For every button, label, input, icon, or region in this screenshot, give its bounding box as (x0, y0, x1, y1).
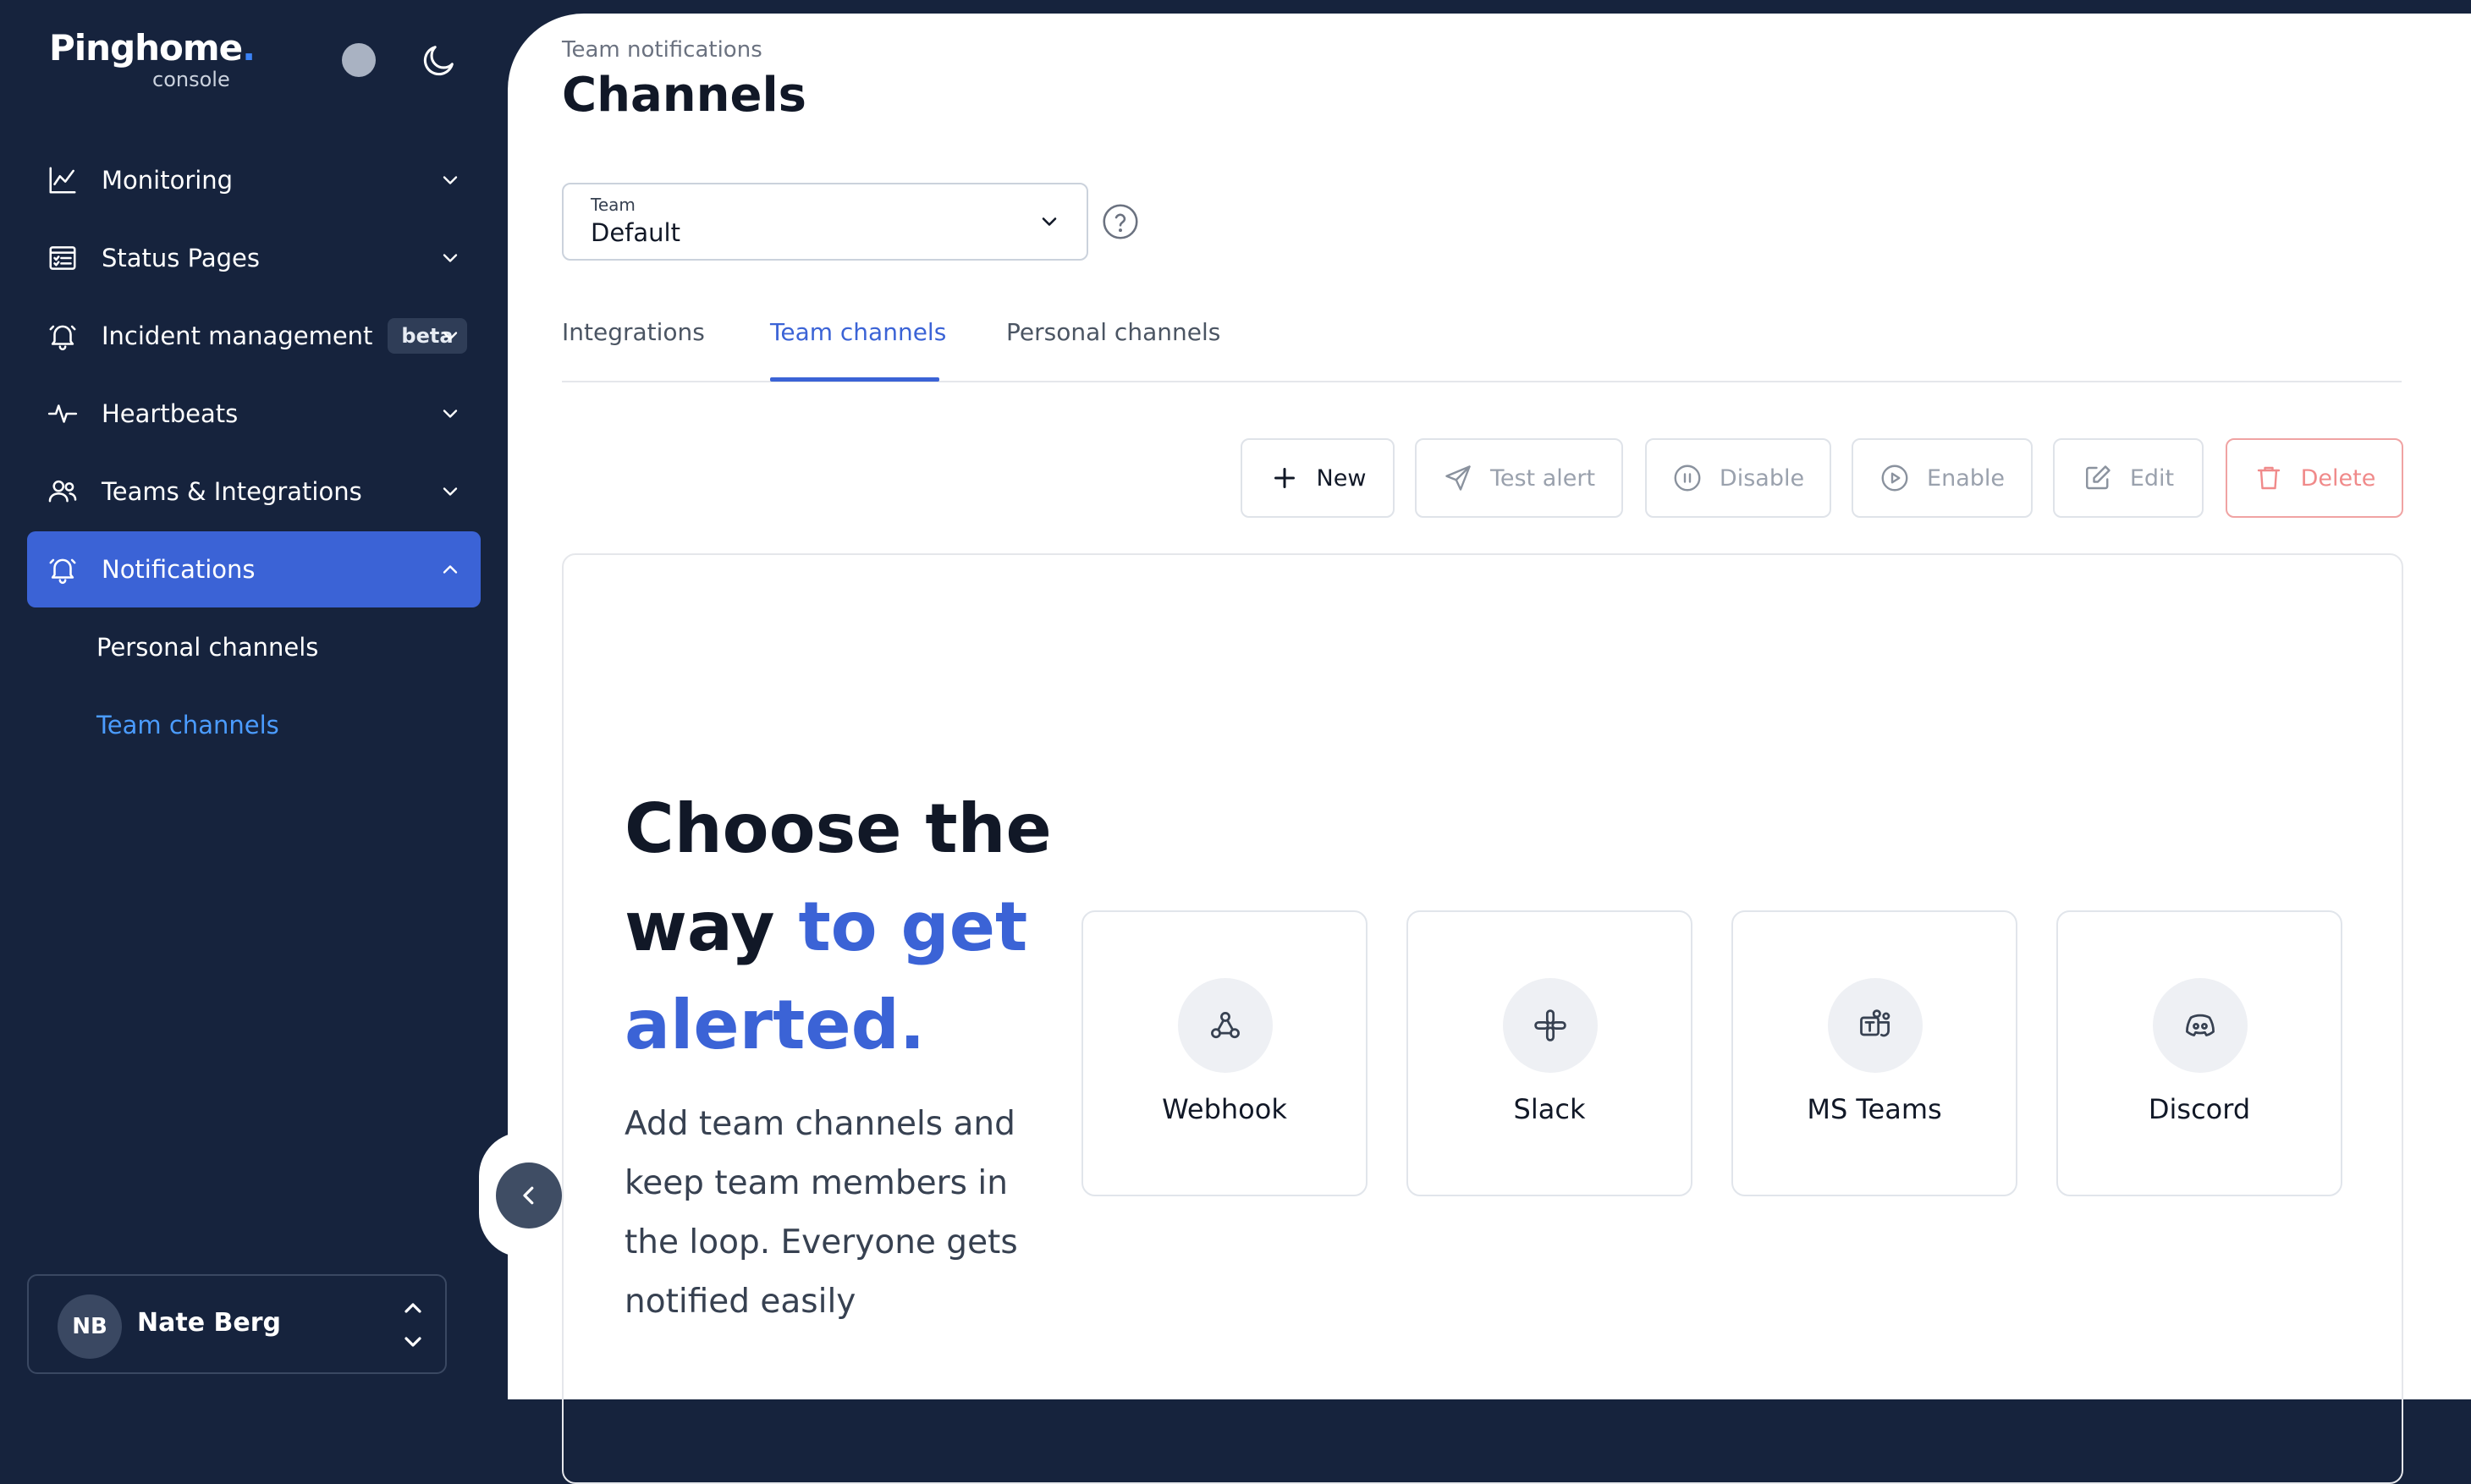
test-alert-button[interactable]: Test alert (1415, 438, 1623, 518)
hero-description: Add team channels and keep team members … (625, 1105, 1018, 1321)
enable-button[interactable]: Enable (1852, 438, 2033, 518)
sidebar-item-label: Status Pages (102, 244, 260, 272)
brand-name: Pinghome (49, 27, 243, 69)
sidebar-item-teams-integrations[interactable]: Teams & Integrations (27, 453, 481, 530)
option-slack[interactable]: Slack (1406, 910, 1692, 1196)
collapse-sidebar-button[interactable] (496, 1162, 562, 1228)
chevron-down-icon (443, 332, 458, 340)
help-icon[interactable] (1102, 203, 1139, 240)
delete-button[interactable]: Delete (2226, 438, 2403, 518)
sidebar-item-monitoring[interactable]: Monitoring (27, 142, 481, 218)
option-webhook[interactable]: Webhook (1081, 910, 1368, 1196)
option-label: Webhook (1162, 1093, 1287, 1125)
avatar: NB (58, 1294, 122, 1359)
delete-button-label: Delete (2300, 464, 2376, 492)
option-discord[interactable]: Discord (2056, 910, 2342, 1196)
plus-icon (1274, 468, 1295, 488)
option-label: Discord (2148, 1093, 2251, 1125)
chart-line-icon (46, 163, 80, 197)
sidebar-item-label: Monitoring (102, 166, 234, 195)
tab-team-channels[interactable]: Team channels (770, 318, 946, 346)
bell-alert-icon (46, 319, 80, 353)
status-indicator[interactable] (342, 43, 376, 77)
breadcrumb: Team notifications (562, 37, 762, 63)
sidebar-item-status-pages[interactable]: Status Pages (27, 220, 481, 296)
user-name: Nate Berg (137, 1308, 281, 1338)
brand-dot: . (242, 27, 256, 69)
page-title: Channels (562, 68, 806, 123)
hero-line-3: alerted. (625, 986, 926, 1064)
brand-logo[interactable]: Pinghome. console (49, 27, 256, 91)
tab-integrations[interactable]: Integrations (562, 318, 705, 346)
hero-line-2a: way (625, 888, 799, 966)
users-icon (46, 475, 80, 508)
chevron-down-icon (443, 487, 458, 496)
team-select-value: Default (591, 218, 680, 247)
sidebar-item-incident-management[interactable]: Incident management beta (27, 298, 481, 374)
chevron-down-icon (443, 176, 458, 184)
option-label: Slack (1513, 1093, 1586, 1125)
brand-subtitle: console (152, 68, 230, 91)
status-page-icon (46, 241, 80, 275)
hero-line-1: Choose the (625, 789, 1052, 868)
bell-alert-icon (46, 552, 80, 586)
chevron-up-icon (443, 565, 458, 574)
new-button[interactable]: New (1241, 438, 1395, 518)
user-menu[interactable]: NB Nate Berg (27, 1274, 447, 1374)
option-ms-teams[interactable]: MS Teams (1731, 910, 2017, 1196)
sidebar: Pinghome. console Monitoring Status Page… (0, 0, 508, 1399)
edit-icon (2085, 465, 2111, 490)
hero-heading: Choose the way to get alerted. (625, 780, 1081, 1075)
slack-icon (1503, 978, 1598, 1073)
chevron-up-down-icon (404, 1303, 421, 1347)
sidebar-subitem-team-channels[interactable]: Team channels (96, 711, 279, 739)
chevron-down-icon (443, 409, 458, 418)
sidebar-item-label: Heartbeats (102, 399, 239, 428)
chevron-down-icon (1042, 217, 1057, 226)
disable-button-label: Disable (1719, 464, 1805, 492)
play-circle-icon (1881, 464, 1908, 492)
discord-icon (2153, 978, 2248, 1073)
trash-icon (2257, 466, 2280, 490)
edit-button[interactable]: Edit (2053, 438, 2204, 518)
enable-button-label: Enable (1927, 464, 2005, 492)
sidebar-item-label: Incident management (102, 322, 373, 350)
ms-teams-icon (1828, 978, 1923, 1073)
sidebar-item-heartbeats[interactable]: Heartbeats (27, 376, 481, 452)
edit-button-label: Edit (2129, 464, 2175, 492)
option-label: MS Teams (1807, 1093, 1942, 1125)
chevron-left-icon (523, 1186, 534, 1205)
webhook-icon (1178, 978, 1273, 1073)
test-alert-button-label: Test alert (1489, 464, 1596, 492)
sidebar-item-label: Teams & Integrations (102, 477, 362, 506)
chevron-down-icon (443, 254, 458, 262)
team-select-label: Team (591, 195, 636, 215)
disable-button[interactable]: Disable (1645, 438, 1831, 518)
sidebar-item-label: Notifications (102, 555, 256, 584)
sidebar-subitem-personal-channels[interactable]: Personal channels (96, 633, 318, 662)
send-icon (1445, 465, 1471, 491)
tab-personal-channels[interactable]: Personal channels (1006, 318, 1220, 346)
heartbeat-icon (46, 397, 80, 431)
pause-circle-icon (1674, 464, 1701, 492)
new-button-label: New (1316, 464, 1367, 492)
sidebar-item-notifications[interactable]: Notifications (27, 531, 481, 607)
team-select[interactable]: Team Default (562, 183, 1088, 261)
moon-icon[interactable] (420, 41, 459, 80)
active-tab-indicator (770, 377, 939, 382)
hero-line-2b: to get (798, 888, 1028, 966)
